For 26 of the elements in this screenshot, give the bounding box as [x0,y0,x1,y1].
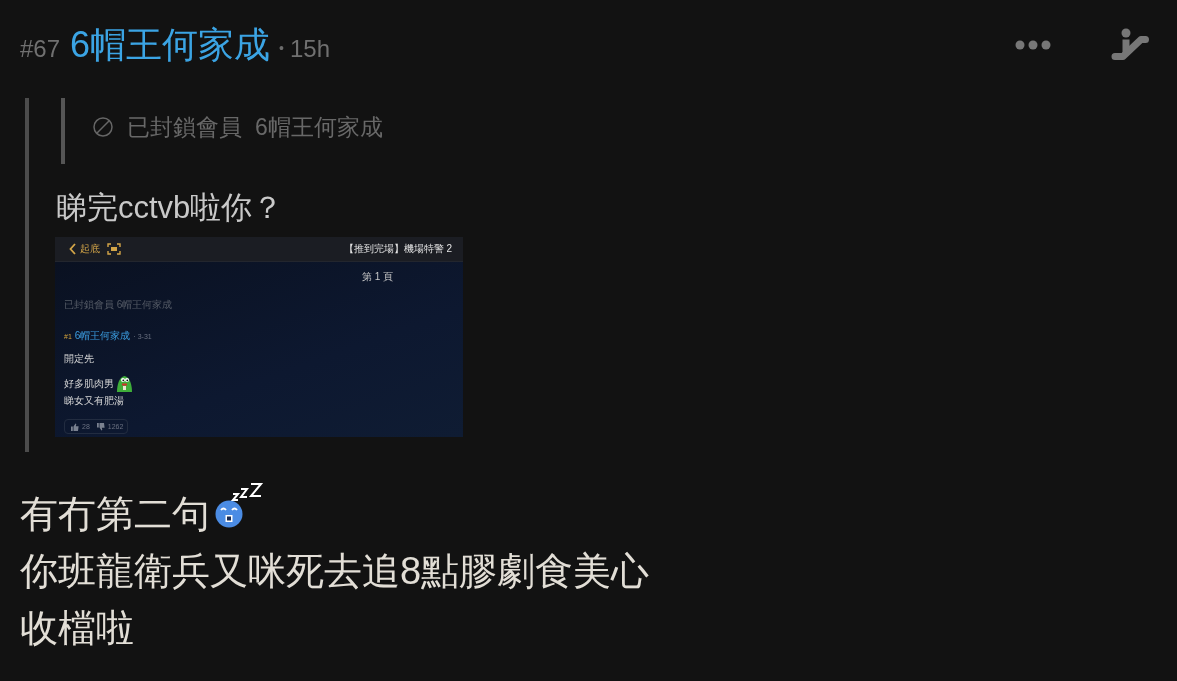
thread-title: 【推到完場】機場特警 2 [343,243,452,255]
back-label: 起底 [80,243,100,255]
quoted-author: 6帽王何家成 [255,113,383,141]
post-text-line: 有冇第二句 [20,492,210,537]
author-name[interactable]: 6帽王何家成 [70,20,271,70]
blocked-icon [93,117,113,137]
chevron-left-icon [69,243,76,255]
post-time: 15h [290,34,331,63]
frame-corners-icon [107,243,121,255]
sleeping-face-icon [215,482,265,528]
quote-text: 睇完cctvb啦你？ [56,189,284,227]
escalator-icon[interactable] [1110,28,1150,62]
thumbs-up-icon [71,422,79,431]
more-icon[interactable] [1015,40,1051,50]
post-text-line: 你班龍衛兵又咪死去追8點膠劇食美心 [20,549,650,594]
meta-separator: • [279,39,284,56]
frog-icon [116,375,133,393]
blocked-label: 已封鎖會員 [127,113,242,141]
thumbs-down-icon [96,422,105,431]
post-text-line: 收檔啦 [20,606,134,651]
reply-text: 睇女又有肥湯 [64,395,124,407]
reply-text: 好多肌肉男 [64,378,114,390]
page-label: 第 1 頁 [361,271,393,283]
post-number: #67 [20,34,61,63]
reply-author: 6帽王何家成 [74,330,131,342]
reply-text: 開定先 [64,353,94,365]
